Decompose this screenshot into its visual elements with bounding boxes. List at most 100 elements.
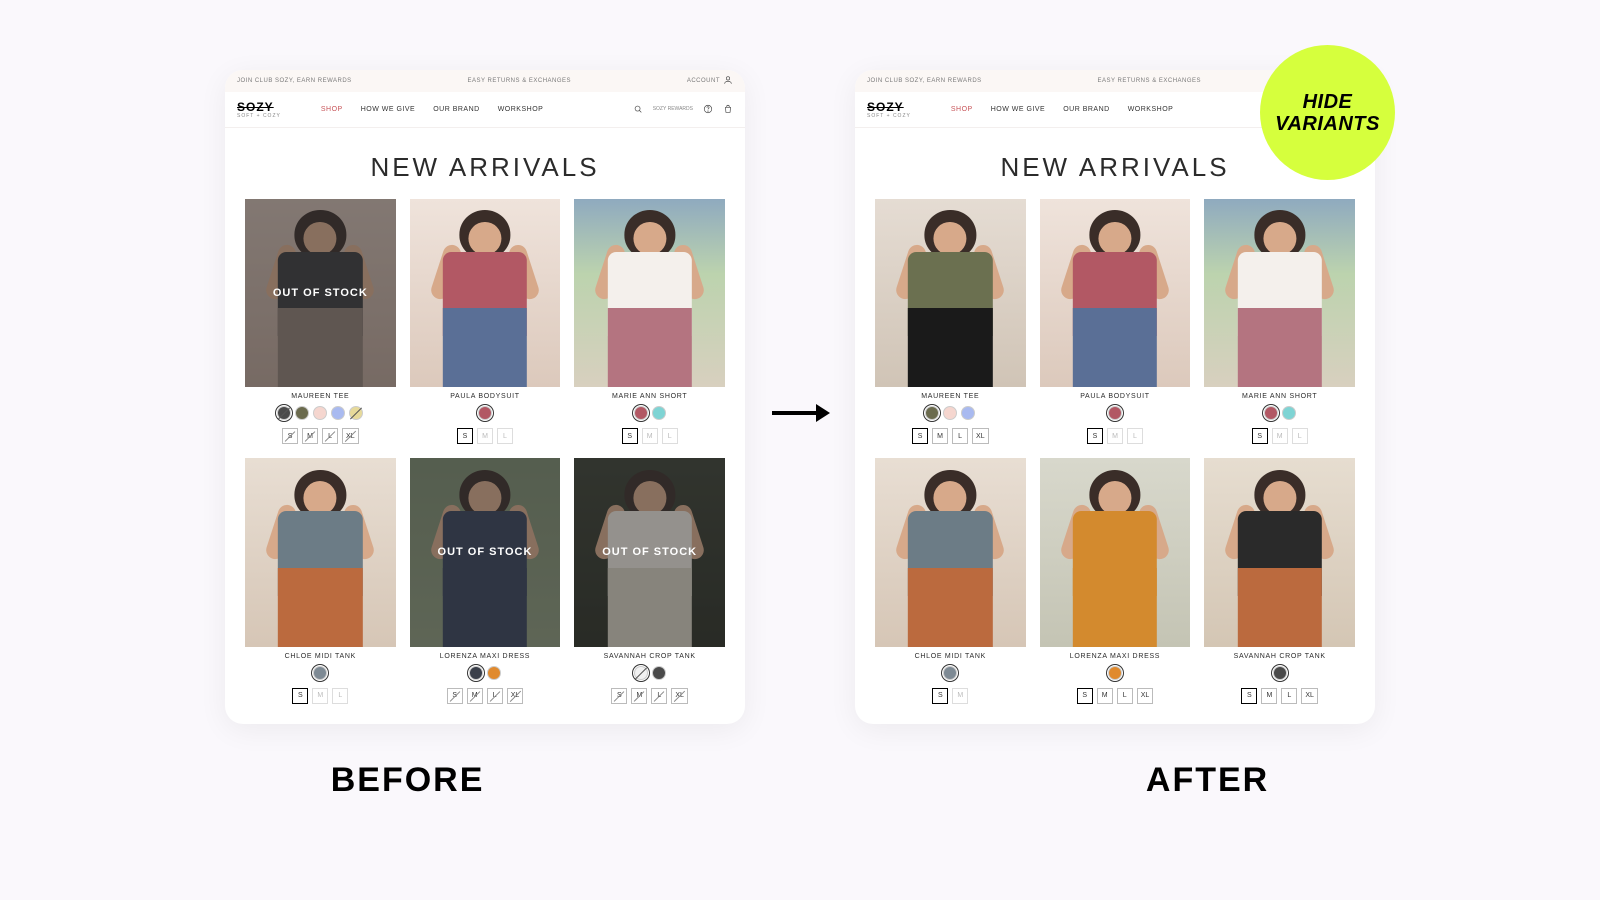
product-image[interactable] — [875, 458, 1026, 646]
color-swatch[interactable] — [943, 406, 957, 420]
color-swatch[interactable] — [1282, 406, 1296, 420]
product-name[interactable]: PAULA BODYSUIT — [1080, 393, 1150, 400]
rewards-link[interactable]: SOZY REWARDS — [653, 107, 693, 112]
size-option[interactable]: XL — [1137, 688, 1154, 704]
product-image[interactable] — [245, 458, 396, 646]
size-option[interactable]: XL — [1301, 688, 1318, 704]
product-name[interactable]: CHLOE MIDI TANK — [915, 653, 986, 660]
brand-logo[interactable]: SOZY SOFT + COZY — [867, 100, 911, 119]
size-option[interactable]: S — [457, 428, 473, 444]
product-name[interactable]: MARIE ANN SHORT — [1242, 393, 1317, 400]
size-option[interactable]: M — [467, 688, 483, 704]
color-swatch[interactable] — [295, 406, 309, 420]
product-image[interactable] — [1204, 199, 1355, 387]
color-swatch[interactable] — [1273, 666, 1287, 680]
product-name[interactable]: CHLOE MIDI TANK — [285, 653, 356, 660]
product-image[interactable]: OUT OF STOCK — [245, 199, 396, 387]
nav-brand[interactable]: OUR BRAND — [1063, 106, 1110, 113]
color-swatch[interactable] — [961, 406, 975, 420]
color-swatch[interactable] — [313, 406, 327, 420]
color-swatch[interactable] — [313, 666, 327, 680]
product-name[interactable]: MAUREEN TEE — [921, 393, 979, 400]
size-option[interactable]: L — [651, 688, 667, 704]
product-image[interactable] — [1040, 458, 1191, 646]
color-swatch[interactable] — [1108, 406, 1122, 420]
size-option[interactable]: M — [932, 428, 948, 444]
size-option[interactable]: M — [1261, 688, 1277, 704]
product-name[interactable]: MARIE ANN SHORT — [612, 393, 687, 400]
color-swatch[interactable] — [1264, 406, 1278, 420]
nav-give[interactable]: HOW WE GIVE — [991, 106, 1046, 113]
product-image[interactable]: OUT OF STOCK — [410, 458, 561, 646]
size-option[interactable]: L — [1292, 428, 1308, 444]
brand-logo[interactable]: SOZY SOFT + COZY — [237, 100, 281, 119]
size-option[interactable]: L — [322, 428, 338, 444]
color-swatch[interactable] — [487, 666, 501, 680]
size-option[interactable]: S — [1087, 428, 1103, 444]
topbar-returns[interactable]: EASY RETURNS & EXCHANGES — [467, 78, 571, 84]
size-option[interactable]: XL — [972, 428, 989, 444]
product-image[interactable]: OUT OF STOCK — [574, 458, 725, 646]
color-swatch[interactable] — [277, 406, 291, 420]
size-option[interactable]: S — [447, 688, 463, 704]
nav-shop[interactable]: SHOP — [321, 106, 343, 113]
product-name[interactable]: SAVANNAH CROP TANK — [604, 653, 696, 660]
topbar-account[interactable]: ACCOUNT — [687, 75, 733, 87]
size-option[interactable]: S — [611, 688, 627, 704]
topbar-promo[interactable]: JOIN CLUB SOZY, EARN REWARDS — [867, 78, 982, 84]
color-swatch[interactable] — [634, 406, 648, 420]
size-option[interactable]: S — [1252, 428, 1268, 444]
product-image[interactable] — [875, 199, 1026, 387]
size-option[interactable]: M — [302, 428, 318, 444]
size-option[interactable]: M — [631, 688, 647, 704]
color-swatch[interactable] — [1108, 666, 1122, 680]
color-swatch[interactable] — [469, 666, 483, 680]
topbar-returns[interactable]: EASY RETURNS & EXCHANGES — [1097, 78, 1201, 84]
size-option[interactable]: M — [312, 688, 328, 704]
size-option[interactable]: L — [332, 688, 348, 704]
size-option[interactable]: M — [477, 428, 493, 444]
color-swatch[interactable] — [652, 666, 666, 680]
product-name[interactable]: PAULA BODYSUIT — [450, 393, 520, 400]
help-icon[interactable] — [703, 101, 713, 119]
size-option[interactable]: S — [622, 428, 638, 444]
color-swatch[interactable] — [349, 406, 363, 420]
size-option[interactable]: M — [642, 428, 658, 444]
size-option[interactable]: L — [1281, 688, 1297, 704]
product-name[interactable]: MAUREEN TEE — [291, 393, 349, 400]
size-option[interactable]: XL — [507, 688, 524, 704]
product-name[interactable]: SAVANNAH CROP TANK — [1234, 653, 1326, 660]
size-option[interactable]: XL — [671, 688, 688, 704]
product-name[interactable]: LORENZA MAXI DRESS — [1070, 653, 1160, 660]
bag-icon[interactable] — [723, 101, 733, 119]
size-option[interactable]: L — [497, 428, 513, 444]
color-swatch[interactable] — [331, 406, 345, 420]
color-swatch[interactable] — [478, 406, 492, 420]
size-option[interactable]: L — [487, 688, 503, 704]
color-swatch[interactable] — [634, 666, 648, 680]
product-name[interactable]: LORENZA MAXI DRESS — [440, 653, 530, 660]
product-image[interactable] — [1204, 458, 1355, 646]
size-option[interactable]: S — [282, 428, 298, 444]
size-option[interactable]: S — [932, 688, 948, 704]
color-swatch[interactable] — [925, 406, 939, 420]
size-option[interactable]: L — [952, 428, 968, 444]
size-option[interactable]: L — [1117, 688, 1133, 704]
nav-workshop[interactable]: WORKSHOP — [1128, 106, 1174, 113]
search-icon[interactable] — [633, 101, 643, 119]
size-option[interactable]: S — [912, 428, 928, 444]
nav-shop[interactable]: SHOP — [951, 106, 973, 113]
product-image[interactable] — [410, 199, 561, 387]
size-option[interactable]: S — [1241, 688, 1257, 704]
size-option[interactable]: L — [662, 428, 678, 444]
size-option[interactable]: M — [952, 688, 968, 704]
product-image[interactable] — [574, 199, 725, 387]
size-option[interactable]: S — [1077, 688, 1093, 704]
color-swatch[interactable] — [943, 666, 957, 680]
size-option[interactable]: S — [292, 688, 308, 704]
size-option[interactable]: M — [1107, 428, 1123, 444]
topbar-promo[interactable]: JOIN CLUB SOZY, EARN REWARDS — [237, 78, 352, 84]
size-option[interactable]: L — [1127, 428, 1143, 444]
nav-brand[interactable]: OUR BRAND — [433, 106, 480, 113]
color-swatch[interactable] — [652, 406, 666, 420]
